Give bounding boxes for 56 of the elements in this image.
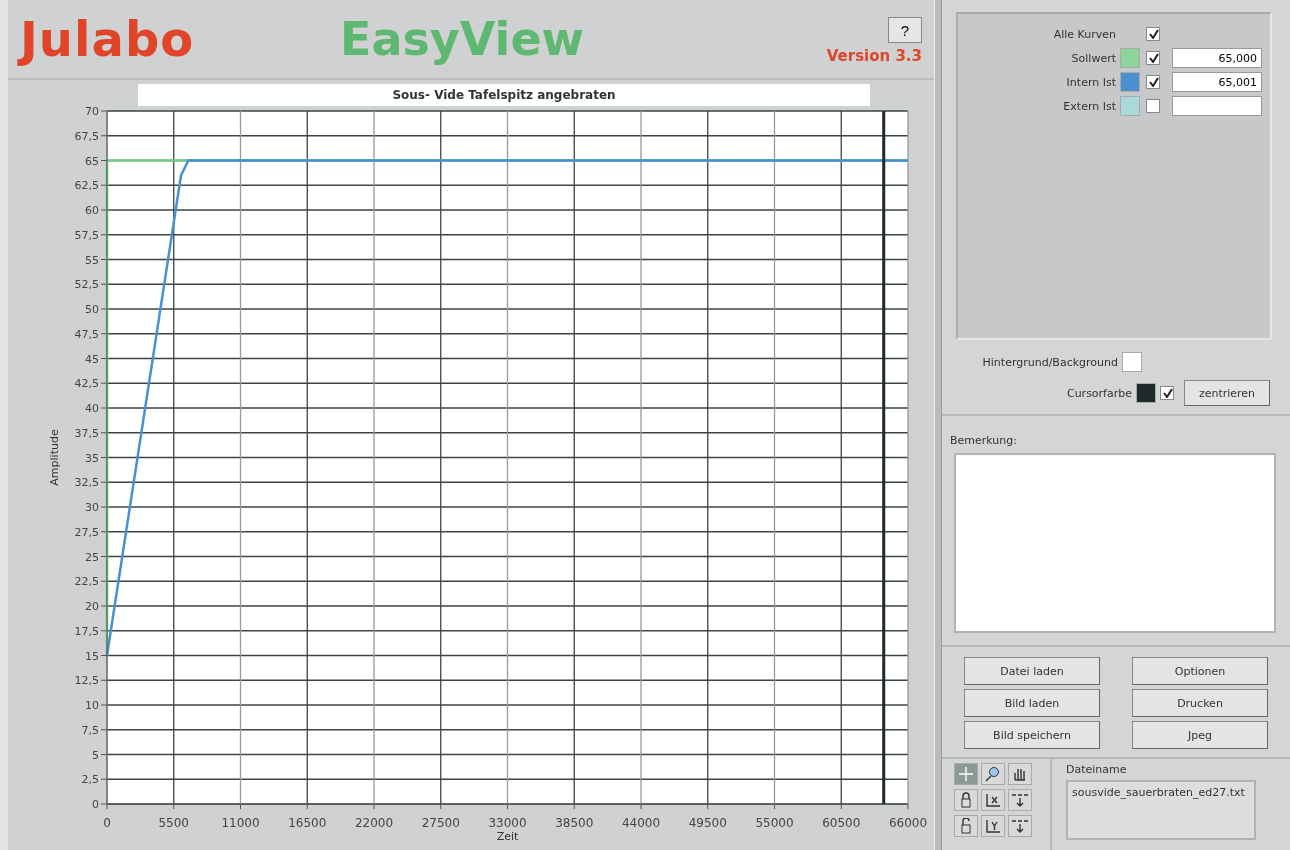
filename-field: sousvide_sauerbraten_ed27.txt (1066, 780, 1256, 840)
axis-label: 0 (92, 798, 99, 811)
axis-label: 49500 (688, 816, 727, 830)
axis-label: 12,5 (74, 674, 99, 688)
axis-label: 25 (85, 550, 99, 564)
app-title: EasyView (340, 12, 586, 66)
axis-label: 0 (103, 816, 111, 830)
axis-label: 5500 (158, 816, 189, 830)
axis-label: 7,5 (81, 723, 99, 737)
curve-label: Extern Ist (1062, 99, 1116, 113)
axis-label: 65 (85, 154, 99, 168)
axis-label: 55 (85, 253, 99, 267)
axis-label: 30 (85, 501, 99, 514)
curve-label: Sollwert (1070, 51, 1116, 65)
axis-label: 57,5 (74, 228, 99, 242)
axis-label: 45 (85, 352, 99, 366)
axis-label: 37,5 (74, 426, 99, 440)
axis-title: Amplitude (48, 429, 61, 486)
axis-label: 47,5 (74, 327, 99, 341)
axis-label: 22,5 (74, 575, 99, 589)
axis-label: 38500 (555, 816, 594, 830)
remark-label: Bemerkung: (950, 434, 1018, 447)
axis-label: 33000 (488, 816, 527, 830)
axis-label: 17,5 (74, 624, 99, 638)
curve-label: Intern Ist (1065, 75, 1116, 89)
axis-label: 62,5 (74, 179, 99, 193)
axis-label: 44000 (621, 816, 661, 830)
axis-label: 11000 (221, 816, 260, 830)
axis-label: 16500 (288, 816, 327, 830)
axis-label: 20 (85, 600, 99, 613)
setting-label: Cursorfarbe (1066, 386, 1132, 400)
axis-label: 27,5 (74, 525, 99, 539)
curve-label: Alle Kurven (1052, 27, 1116, 41)
axis-label: 42,5 (74, 377, 99, 391)
axis-label: 52,5 (74, 278, 99, 292)
version-label: Version 3.3 (826, 47, 922, 65)
axis-label: 32,5 (74, 476, 99, 490)
axis-label: 27500 (421, 816, 460, 830)
axis-label: 35 (85, 451, 99, 465)
axis-label: 55000 (755, 816, 794, 830)
axis-label: 60500 (822, 816, 861, 830)
axis-label: 50 (85, 303, 99, 316)
axis-label: 10 (85, 699, 99, 712)
axis-label: 15 (85, 649, 99, 663)
axis-label: 67,5 (74, 129, 99, 143)
axis-label: 22000 (354, 816, 394, 830)
axis-title: Zeit (496, 830, 519, 842)
axis-label: 40 (85, 402, 99, 415)
axis-label: 60 (85, 204, 99, 217)
axis-label: 70 (85, 106, 99, 118)
axis-label: 66000 (888, 816, 928, 830)
axis-label: 5 (92, 748, 99, 762)
setting-label: Hintergrund/Background (982, 355, 1118, 369)
chart-title: Sous- Vide Tafelspitz angebraten (138, 84, 870, 106)
file-label: Dateiname (1066, 763, 1128, 776)
axis-label: 2,5 (81, 773, 99, 787)
